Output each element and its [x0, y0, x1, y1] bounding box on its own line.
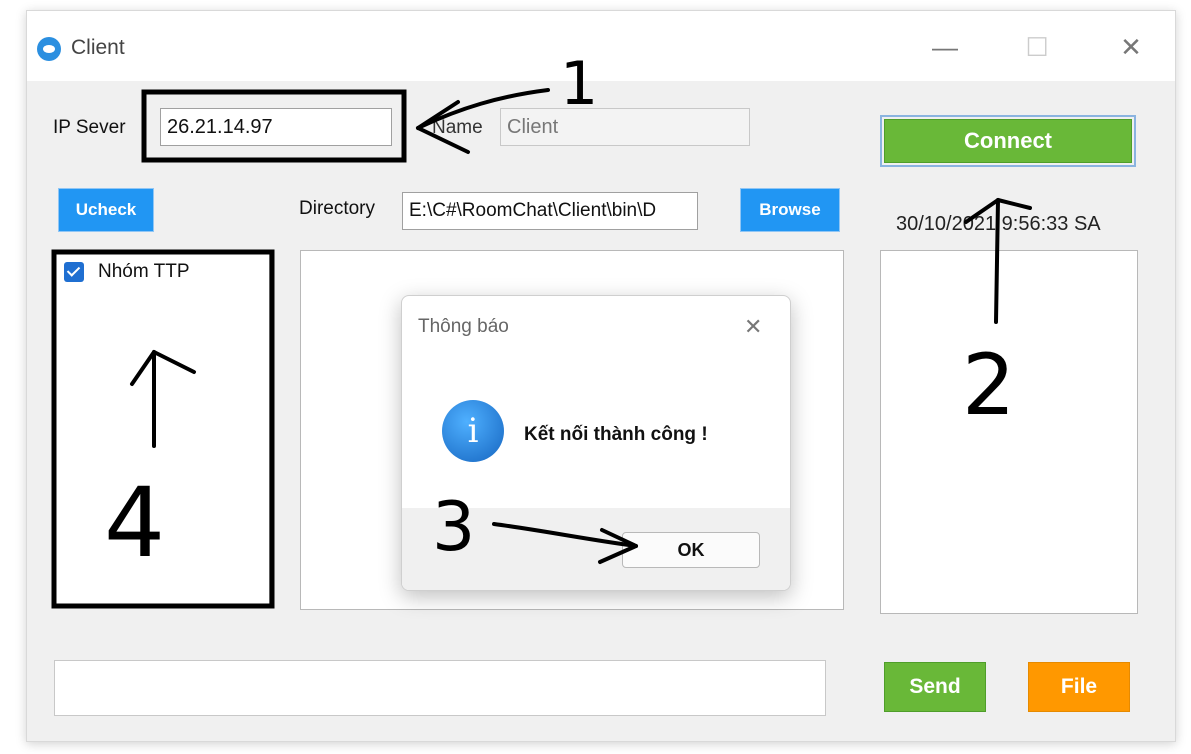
annotation-box-ip [141, 89, 407, 163]
annotation-overlay: 1 2 3 4 [51, 49, 1032, 609]
annotation-arrowhead-4 [130, 350, 196, 386]
annotation-number-1: 1 [560, 49, 598, 119]
annotation-arrow-2 [994, 198, 1000, 324]
annotation-number-2: 2 [962, 336, 1015, 434]
annotation-arrow-1 [416, 88, 550, 130]
annotation-number-3: 3 [432, 488, 475, 567]
annotation-number-4: 4 [104, 467, 165, 579]
